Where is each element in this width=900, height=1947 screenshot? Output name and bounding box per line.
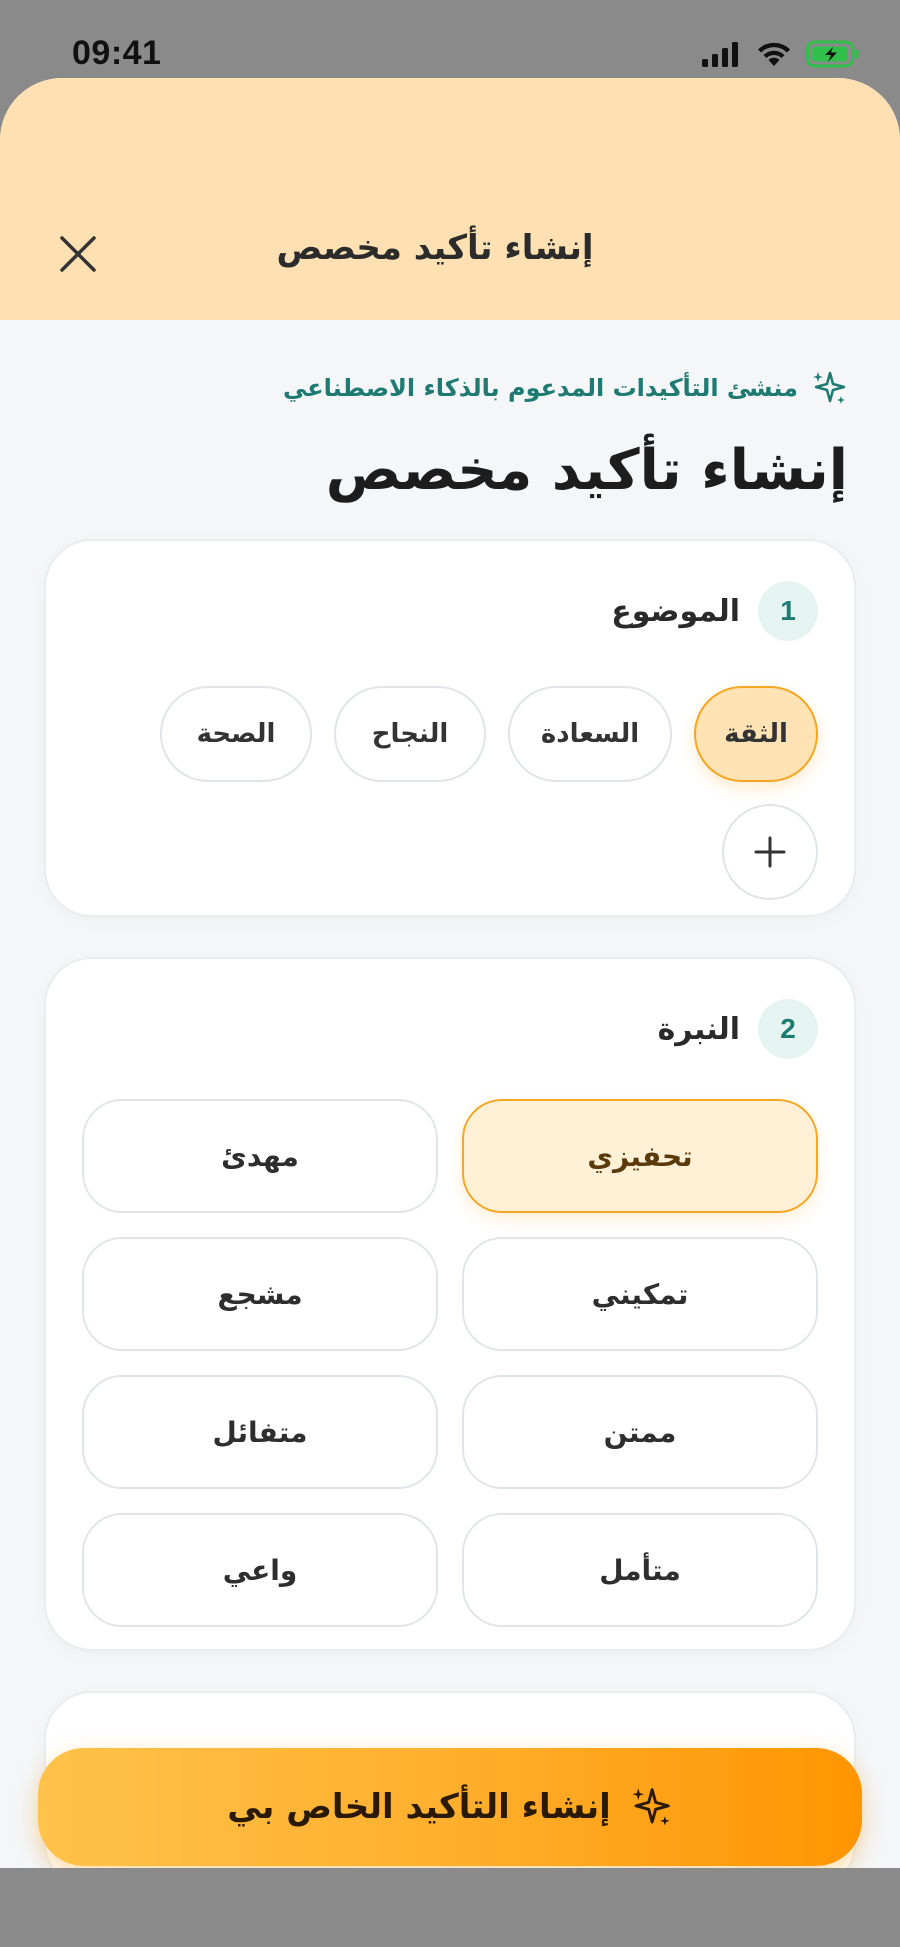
step-number: 2 [758,999,818,1059]
bottom-bar [0,1868,900,1947]
topic-chip-success[interactable]: النجاح [334,686,486,782]
generate-affirmation-button[interactable]: إنشاء التأكيد الخاص بي [38,1748,862,1866]
tone-card: 2 النبرة تحفيزي مهدئ تمكيني مشجع ممتن مت… [44,957,856,1651]
section-label: النبرة [657,1011,740,1047]
topic-chip-happiness[interactable]: السعادة [508,686,672,782]
section-label: الموضوع [611,593,740,629]
ai-tag: منشئ التأكيدات المدعوم بالذكاء الاصطناعي [44,368,856,408]
sparkles-icon [813,371,846,404]
cta-label: إنشاء التأكيد الخاص بي [227,1787,611,1827]
header-title: إنشاء تأكيد مخصص [276,228,594,268]
topic-chip-health[interactable]: الصحة [160,686,312,782]
sheet-header: إنشاء تأكيد مخصص [0,78,900,320]
step-number: 1 [758,581,818,641]
signal-icon [702,42,738,67]
tone-option-encouraging[interactable]: مشجع [82,1237,438,1351]
topic-chip-confidence[interactable]: الثقة [694,686,818,782]
topic-card: 1 الموضوع الثقة السعادة النجاح الصحة [44,539,856,917]
topic-section-header: 1 الموضوع [82,581,818,641]
tone-option-empowering[interactable]: تمكيني [462,1237,818,1351]
modal-sheet: إنشاء تأكيد مخصص منشئ التأكيدات المدعوم … [0,78,900,1868]
page-title: إنشاء تأكيد مخصص [325,438,848,503]
status-icons [702,40,860,68]
tone-option-grateful[interactable]: ممتن [462,1375,818,1489]
battery-icon [806,40,859,68]
tone-option-mindful[interactable]: واعي [82,1513,438,1627]
tone-option-optimistic[interactable]: متفائل [82,1375,438,1489]
topic-chips: الثقة السعادة النجاح الصحة [82,686,818,782]
content: منشئ التأكيدات المدعوم بالذكاء الاصطناعي… [0,368,900,1868]
sparkles-icon [632,1788,670,1826]
tone-section-header: 2 النبرة [82,999,818,1059]
wifi-icon [758,42,790,66]
ai-tag-label: منشئ التأكيدات المدعوم بالذكاء الاصطناعي [282,374,798,402]
status-time: 09:41 [72,34,162,72]
tone-option-calming[interactable]: مهدئ [82,1099,438,1213]
status-bar: 09:41 [0,0,900,78]
tone-options: تحفيزي مهدئ تمكيني مشجع ممتن متفائل متأم… [82,1099,818,1627]
tone-option-motivational[interactable]: تحفيزي [462,1099,818,1213]
add-topic-button[interactable] [722,804,818,900]
plus-icon [754,836,786,868]
tone-option-reflective[interactable]: متأمل [462,1513,818,1627]
